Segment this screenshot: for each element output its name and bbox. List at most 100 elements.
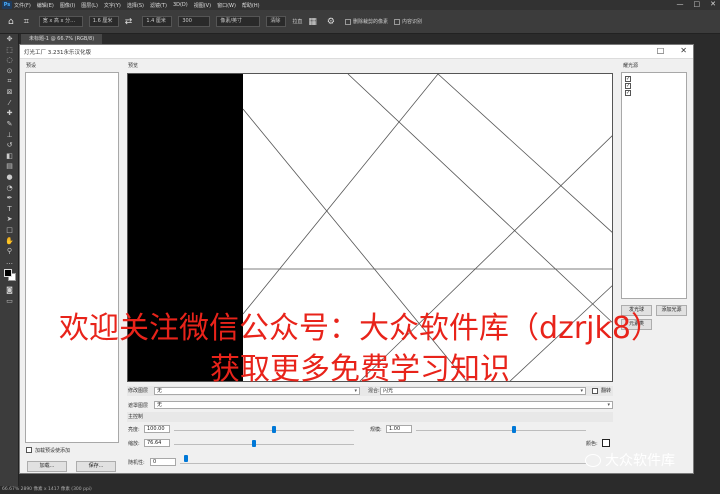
color-swatch[interactable] (602, 439, 610, 447)
more-tools-icon[interactable]: … (0, 256, 19, 267)
menu-help[interactable]: 帮助(H) (242, 2, 260, 9)
width-field[interactable]: 1.6 厘米 (88, 16, 119, 27)
dialog-title: 灯光工厂 3.231永乐汉化版 (24, 49, 91, 56)
move-tool-icon[interactable]: ✥ (0, 34, 19, 45)
quick-select-icon[interactable]: ⊙ (0, 66, 19, 77)
brightness-slider-thumb[interactable] (272, 426, 276, 433)
load-button[interactable]: 加载... (27, 461, 67, 472)
size-slider[interactable] (416, 430, 586, 431)
settings-icon[interactable]: ⚙ (327, 17, 335, 27)
randomize-slider[interactable] (180, 463, 586, 464)
lens-flare-dialog: 灯光工厂 3.231永乐汉化版 □ ✕ 预设 预览 耀光源 ✓ ✓ ✓ 发光球 … (19, 44, 694, 474)
source-layer-label: 修改图层 (128, 388, 149, 394)
minimize-button[interactable]: — (677, 0, 684, 8)
flare-source-checkbox-1[interactable]: ✓ (625, 76, 631, 82)
menu-layer[interactable]: 图层(L) (81, 2, 98, 9)
eraser-icon[interactable]: ◧ (0, 151, 19, 162)
brush-icon[interactable]: ✎ (0, 119, 19, 130)
document-tab[interactable]: 未标题-1 @ 66.7% (RGB/8) (21, 34, 103, 44)
menu-select[interactable]: 选择(S) (127, 2, 144, 9)
menu-type[interactable]: 文字(Y) (104, 2, 121, 9)
path-select-icon[interactable]: ➤ (0, 214, 19, 225)
grid-icon[interactable]: ▦ (308, 17, 317, 27)
hand-icon[interactable]: ✋ (0, 235, 19, 246)
height-field[interactable]: 1.4 厘米 (142, 16, 173, 27)
photoshop-logo: Ps (2, 1, 12, 9)
rectangle-icon[interactable]: □ (0, 225, 19, 236)
size-slider-thumb[interactable] (512, 426, 516, 433)
flip-label: 翻转 (601, 388, 612, 394)
delete-cropped-checkbox[interactable] (344, 18, 351, 25)
menu-file[interactable]: 文件(F) (14, 2, 31, 9)
watermark-line-2: 获取更多免费学习知识 (210, 352, 510, 387)
menu-3d[interactable]: 3D(D) (173, 2, 188, 8)
clear-button[interactable]: 清除 (266, 16, 287, 27)
dialog-title-bar: 灯光工厂 3.231永乐汉化版 □ ✕ (20, 45, 693, 59)
load-preset-label: 加载预设使添加 (35, 448, 71, 454)
lasso-tool-icon[interactable]: ◌ (0, 55, 19, 66)
marquee-tool-icon[interactable]: ⬚ (0, 45, 19, 56)
history-brush-icon[interactable]: ↺ (0, 140, 19, 151)
window-controls: — □ ✕ (677, 0, 717, 8)
quick-mask-icon[interactable]: ◙ (0, 285, 19, 296)
home-icon[interactable]: ⌂ (8, 17, 14, 27)
ratio-dropdown[interactable]: 宽 x 高 x 分… (38, 16, 83, 27)
unit-dropdown[interactable]: 像素/英寸 (216, 16, 261, 27)
brightness-slider[interactable] (174, 430, 354, 431)
menu-view[interactable]: 视图(V) (194, 2, 211, 9)
main-control-label: 主控制 (128, 414, 144, 420)
menu-image[interactable]: 图像(I) (60, 2, 75, 9)
scale-slider-thumb[interactable] (252, 440, 256, 447)
blur-icon[interactable]: ● (0, 172, 19, 183)
size-label: 规模: (370, 427, 382, 433)
presets-label: 预设 (26, 63, 37, 69)
type-icon[interactable]: T (0, 204, 19, 215)
crop-icon[interactable]: ⌗ (0, 76, 19, 87)
scale-field[interactable]: 76.64 (144, 439, 170, 447)
scale-slider[interactable] (174, 444, 354, 445)
pen-icon[interactable]: ✒ (0, 193, 19, 204)
maximize-button[interactable]: □ (694, 0, 701, 8)
stamp-icon[interactable]: ⊥ (0, 129, 19, 140)
color-swatches[interactable] (0, 267, 19, 285)
resolution-field[interactable]: 300 (178, 16, 211, 27)
menu-filter[interactable]: 滤镜(T) (150, 2, 167, 9)
gradient-icon[interactable]: ▤ (0, 161, 19, 172)
flare-source-checkbox-3[interactable]: ✓ (625, 90, 631, 96)
brightness-field[interactable]: 100.00 (144, 425, 170, 433)
flare-sources-list[interactable]: ✓ ✓ ✓ (621, 72, 687, 299)
flip-checkbox[interactable] (592, 388, 598, 394)
dialog-close-icon[interactable]: ✕ (680, 46, 687, 55)
straighten-button[interactable]: 拉直 (292, 18, 302, 25)
randomize-field[interactable]: 0 (150, 458, 176, 466)
chevron-down-icon: ▾ (580, 388, 583, 394)
load-preset-checkbox[interactable] (26, 447, 32, 453)
size-field[interactable]: 1.00 (386, 425, 412, 433)
source-layer-dropdown[interactable]: 无 ▾ (154, 387, 360, 395)
content-aware-checkbox[interactable] (393, 18, 400, 25)
flare-source-checkbox-2[interactable]: ✓ (625, 83, 631, 89)
menu-window[interactable]: 窗口(W) (217, 2, 236, 9)
document-tabs: 未标题-1 @ 66.7% (RGB/8) (19, 34, 720, 44)
brightness-label: 亮度: (128, 427, 140, 433)
save-button[interactable]: 保存... (76, 461, 116, 472)
source-layer-value: 无 (157, 388, 163, 394)
blend-dropdown[interactable]: 闪光 ▾ (380, 387, 586, 395)
close-button[interactable]: ✕ (710, 0, 716, 8)
swap-icon[interactable]: ⇄ (125, 17, 133, 27)
frame-icon[interactable]: ⊠ (0, 87, 19, 98)
foreground-color[interactable] (4, 269, 12, 278)
eyedropper-icon[interactable]: ⁄ (0, 98, 19, 109)
menu-edit[interactable]: 编辑(E) (37, 2, 54, 9)
zoom-icon[interactable]: ⚲ (0, 246, 19, 257)
mask-layer-dropdown[interactable]: 无 ▾ (154, 401, 613, 409)
dialog-maximize-icon[interactable]: □ (657, 46, 665, 55)
healing-brush-icon[interactable]: ✚ (0, 108, 19, 119)
randomize-slider-thumb[interactable] (184, 455, 188, 462)
mask-layer-label: 遮罩图层 (128, 403, 149, 409)
content-aware-label: 内容识别 (401, 19, 422, 25)
watermark-line-1: 欢迎关注微信公众号：大众软件库（dzrjk8） (59, 311, 661, 346)
delete-cropped-label: 删除裁剪的像素 (352, 19, 388, 25)
dodge-icon[interactable]: ◔ (0, 182, 19, 193)
crop-tool-icon[interactable]: ⌗ (24, 17, 29, 27)
